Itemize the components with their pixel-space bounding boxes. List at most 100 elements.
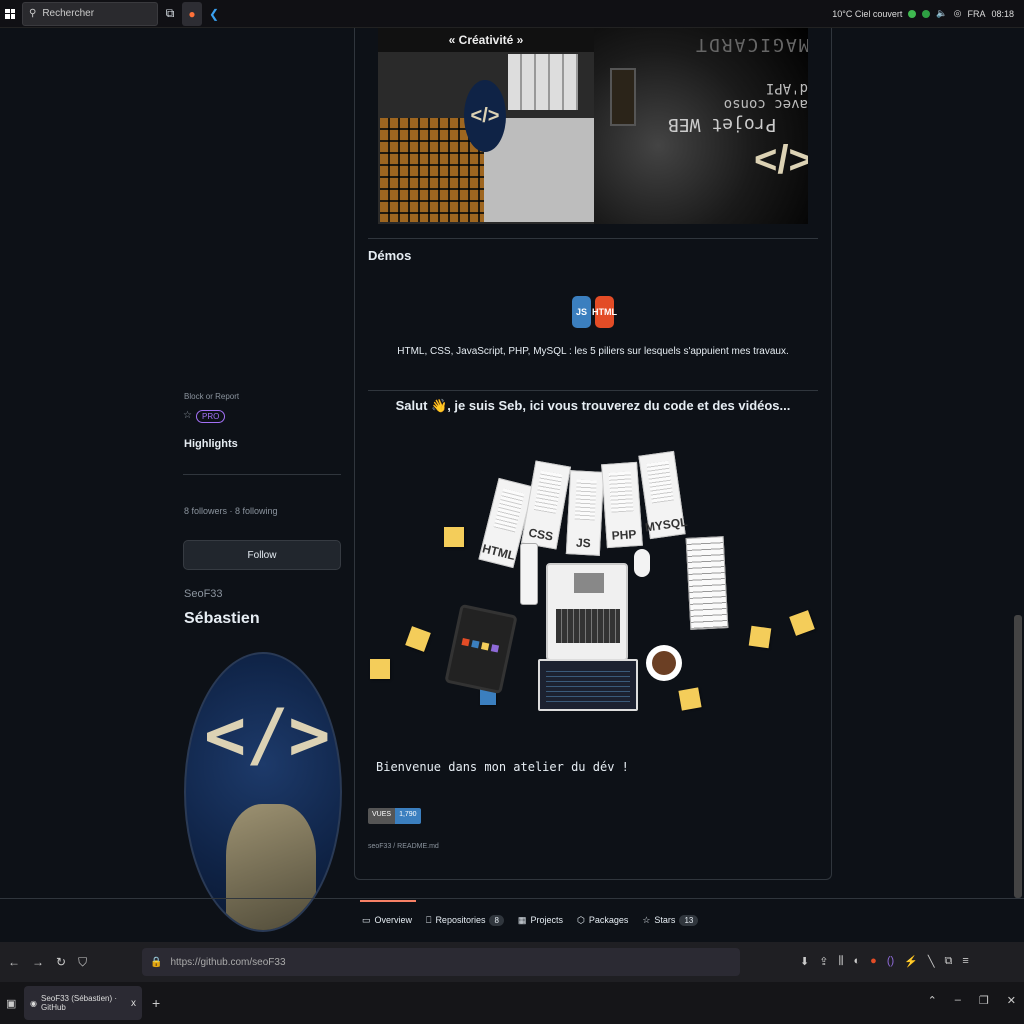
browser-tab-github[interactable]: ◉ SeoF33 (Sébastien) · GitHub x [24, 986, 142, 1020]
paper-mysql: MYSQL [638, 450, 688, 540]
close-tab-icon[interactable]: x [131, 998, 136, 1009]
tab-stars[interactable]: ☆ Stars 13 [642, 900, 699, 940]
tab-packages[interactable]: ⬡ Packages [577, 900, 628, 940]
lamp-image [610, 68, 636, 126]
share-icon[interactable]: ⇪ [819, 955, 828, 968]
tab-list-icon[interactable]: ▣ [6, 997, 16, 1010]
close-icon[interactable]: ✕ [1007, 994, 1016, 1007]
firefox-icon[interactable]: ● [182, 1, 202, 26]
package-icon: ⬡ [576, 914, 585, 925]
windows-taskbar: ⚲ Rechercher ⧉ ● ❮ 10°C Ciel couvert 🔈 ◎… [0, 0, 1024, 28]
paper-php: PHP [601, 461, 643, 549]
project-title: Projet WEB [668, 114, 777, 135]
followers-count[interactable]: 8 followers · 8 following [184, 506, 278, 516]
pro-badge: PRO [196, 410, 226, 423]
views-badge-value: 1,790 [395, 808, 421, 824]
section-divider [368, 390, 818, 391]
pocket-icon[interactable]: ⬇ [800, 955, 809, 968]
extension-icon[interactable]: () [887, 955, 894, 968]
tab-repositories[interactable]: ⎕ Repositories 8 [426, 900, 504, 940]
vscode-icon[interactable]: ❮ [204, 2, 224, 26]
highlights-title: Highlights [184, 438, 238, 450]
avatar-code-glyph: </> [204, 694, 331, 776]
sticky-note [789, 610, 815, 636]
card-row [508, 54, 578, 110]
star-icon: ☆ [642, 914, 651, 925]
menu-icon[interactable]: ≡ [962, 955, 968, 968]
start-button[interactable] [0, 0, 20, 28]
github-icon: ◉ [30, 998, 37, 1008]
network-icon[interactable]: ◎ [954, 8, 962, 19]
tablet-image [444, 603, 518, 695]
url-text: https://github.com/seoF33 [170, 956, 286, 968]
task-view-icon[interactable]: ⧉ [160, 2, 180, 26]
volume-icon[interactable]: 🔈 [936, 8, 947, 19]
follow-button[interactable]: Follow [183, 540, 341, 570]
avatar: </> [184, 652, 342, 932]
system-tray: 10°C Ciel couvert 🔈 ◎ FRA 08:18 [832, 8, 1024, 19]
extension-icon[interactable]: ● [870, 955, 877, 968]
browser-tabstrip: ▣ ◉ SeoF33 (Sébastien) · GitHub x + [0, 982, 1024, 1024]
views-badge-label: VUES [368, 808, 396, 824]
language-indicator[interactable]: FRA [967, 9, 985, 19]
back-icon[interactable]: ← [8, 955, 20, 969]
project-thumbnail[interactable]: MAGICARDT avec conso d'API Projet WEB </… [594, 28, 808, 224]
monitor-image [538, 659, 638, 711]
repo-icon: ⎕ [426, 914, 432, 925]
paper-css: CSS [520, 460, 572, 550]
address-bar[interactable]: 🔒 https://github.com/seoF33 [142, 948, 740, 976]
extension-icon[interactable]: ◐ [854, 955, 861, 968]
paper-js: JS [565, 470, 605, 556]
minimize-icon[interactable]: – [955, 994, 961, 1007]
clock[interactable]: 08:18 [991, 9, 1014, 19]
mouse-image [634, 549, 650, 577]
project-title-magicardt: MAGICARDT [694, 34, 808, 55]
welcome-text: Bienvenue dans mon atelier du dév ! [376, 760, 629, 774]
intro-heading: Salut 👋, je suis Seb, ici vous trouverez… [395, 398, 791, 413]
workspace-illustration: HTML CSS JS PHP MYSQL [368, 445, 818, 735]
stars-count: 13 [679, 914, 699, 926]
scrollbar[interactable] [1014, 615, 1022, 898]
library-icon[interactable]: ⫼ [838, 955, 843, 968]
code-glyph-icon: </> [754, 138, 808, 182]
phone-image [520, 543, 538, 605]
taskbar-search[interactable]: ⚲ Rechercher [22, 1, 158, 26]
tabs-border [0, 898, 1024, 899]
chevron-up-icon[interactable]: ⌃ [928, 994, 937, 1007]
extension-icon[interactable]: ╲ [928, 955, 935, 968]
extension-icon[interactable]: ⚡ [904, 955, 918, 968]
readme-path[interactable]: seoF33 / README.md [368, 843, 439, 850]
search-icon: ⚲ [29, 8, 37, 19]
js-icon[interactable]: JS [572, 296, 591, 328]
extension-icon[interactable]: ⧉ [944, 955, 952, 968]
notepad-image [685, 536, 729, 630]
demos-heading: Démos [368, 248, 412, 263]
creativity-thumbnail[interactable]: « Créativité » </> [378, 28, 594, 224]
restore-icon[interactable]: ❐ [979, 994, 989, 1007]
reload-icon[interactable]: ↻ [56, 955, 66, 969]
laptop-image [546, 563, 628, 661]
tray-app-icon[interactable] [922, 9, 931, 18]
tab-overview[interactable]: ▭ Overview [359, 900, 417, 940]
sticky-note [444, 527, 464, 547]
repositories-count: 8 [489, 914, 504, 926]
sticky-note [405, 626, 431, 652]
profile-tabs: ▭ Overview ⎕ Repositories 8 ▦ Projects ⬡… [359, 900, 699, 940]
section-divider [368, 238, 818, 239]
windows-logo-icon [5, 8, 15, 19]
taskbar-search-placeholder: Rechercher [42, 8, 95, 19]
creativity-label: « Créativité » [378, 28, 594, 52]
html-icon[interactable]: HTML [592, 296, 617, 328]
coffee-cup-image [646, 645, 682, 681]
window-controls: ⌃ – ❐ ✕ [928, 994, 1016, 1007]
tray-app-icon[interactable] [908, 9, 917, 18]
tab-projects[interactable]: ▦ Projects [518, 900, 563, 940]
stack-icons: JS HTML [572, 296, 617, 328]
forward-icon[interactable]: → [32, 955, 44, 969]
avatar-bust [226, 804, 316, 930]
weather-text[interactable]: 10°C Ciel couvert [832, 9, 902, 19]
logo-icon: </> [464, 80, 506, 152]
block-report-link[interactable]: Block or Report [184, 392, 239, 401]
shield-icon[interactable]: ⛉ [78, 955, 87, 970]
new-tab-button[interactable]: + [152, 995, 160, 1011]
